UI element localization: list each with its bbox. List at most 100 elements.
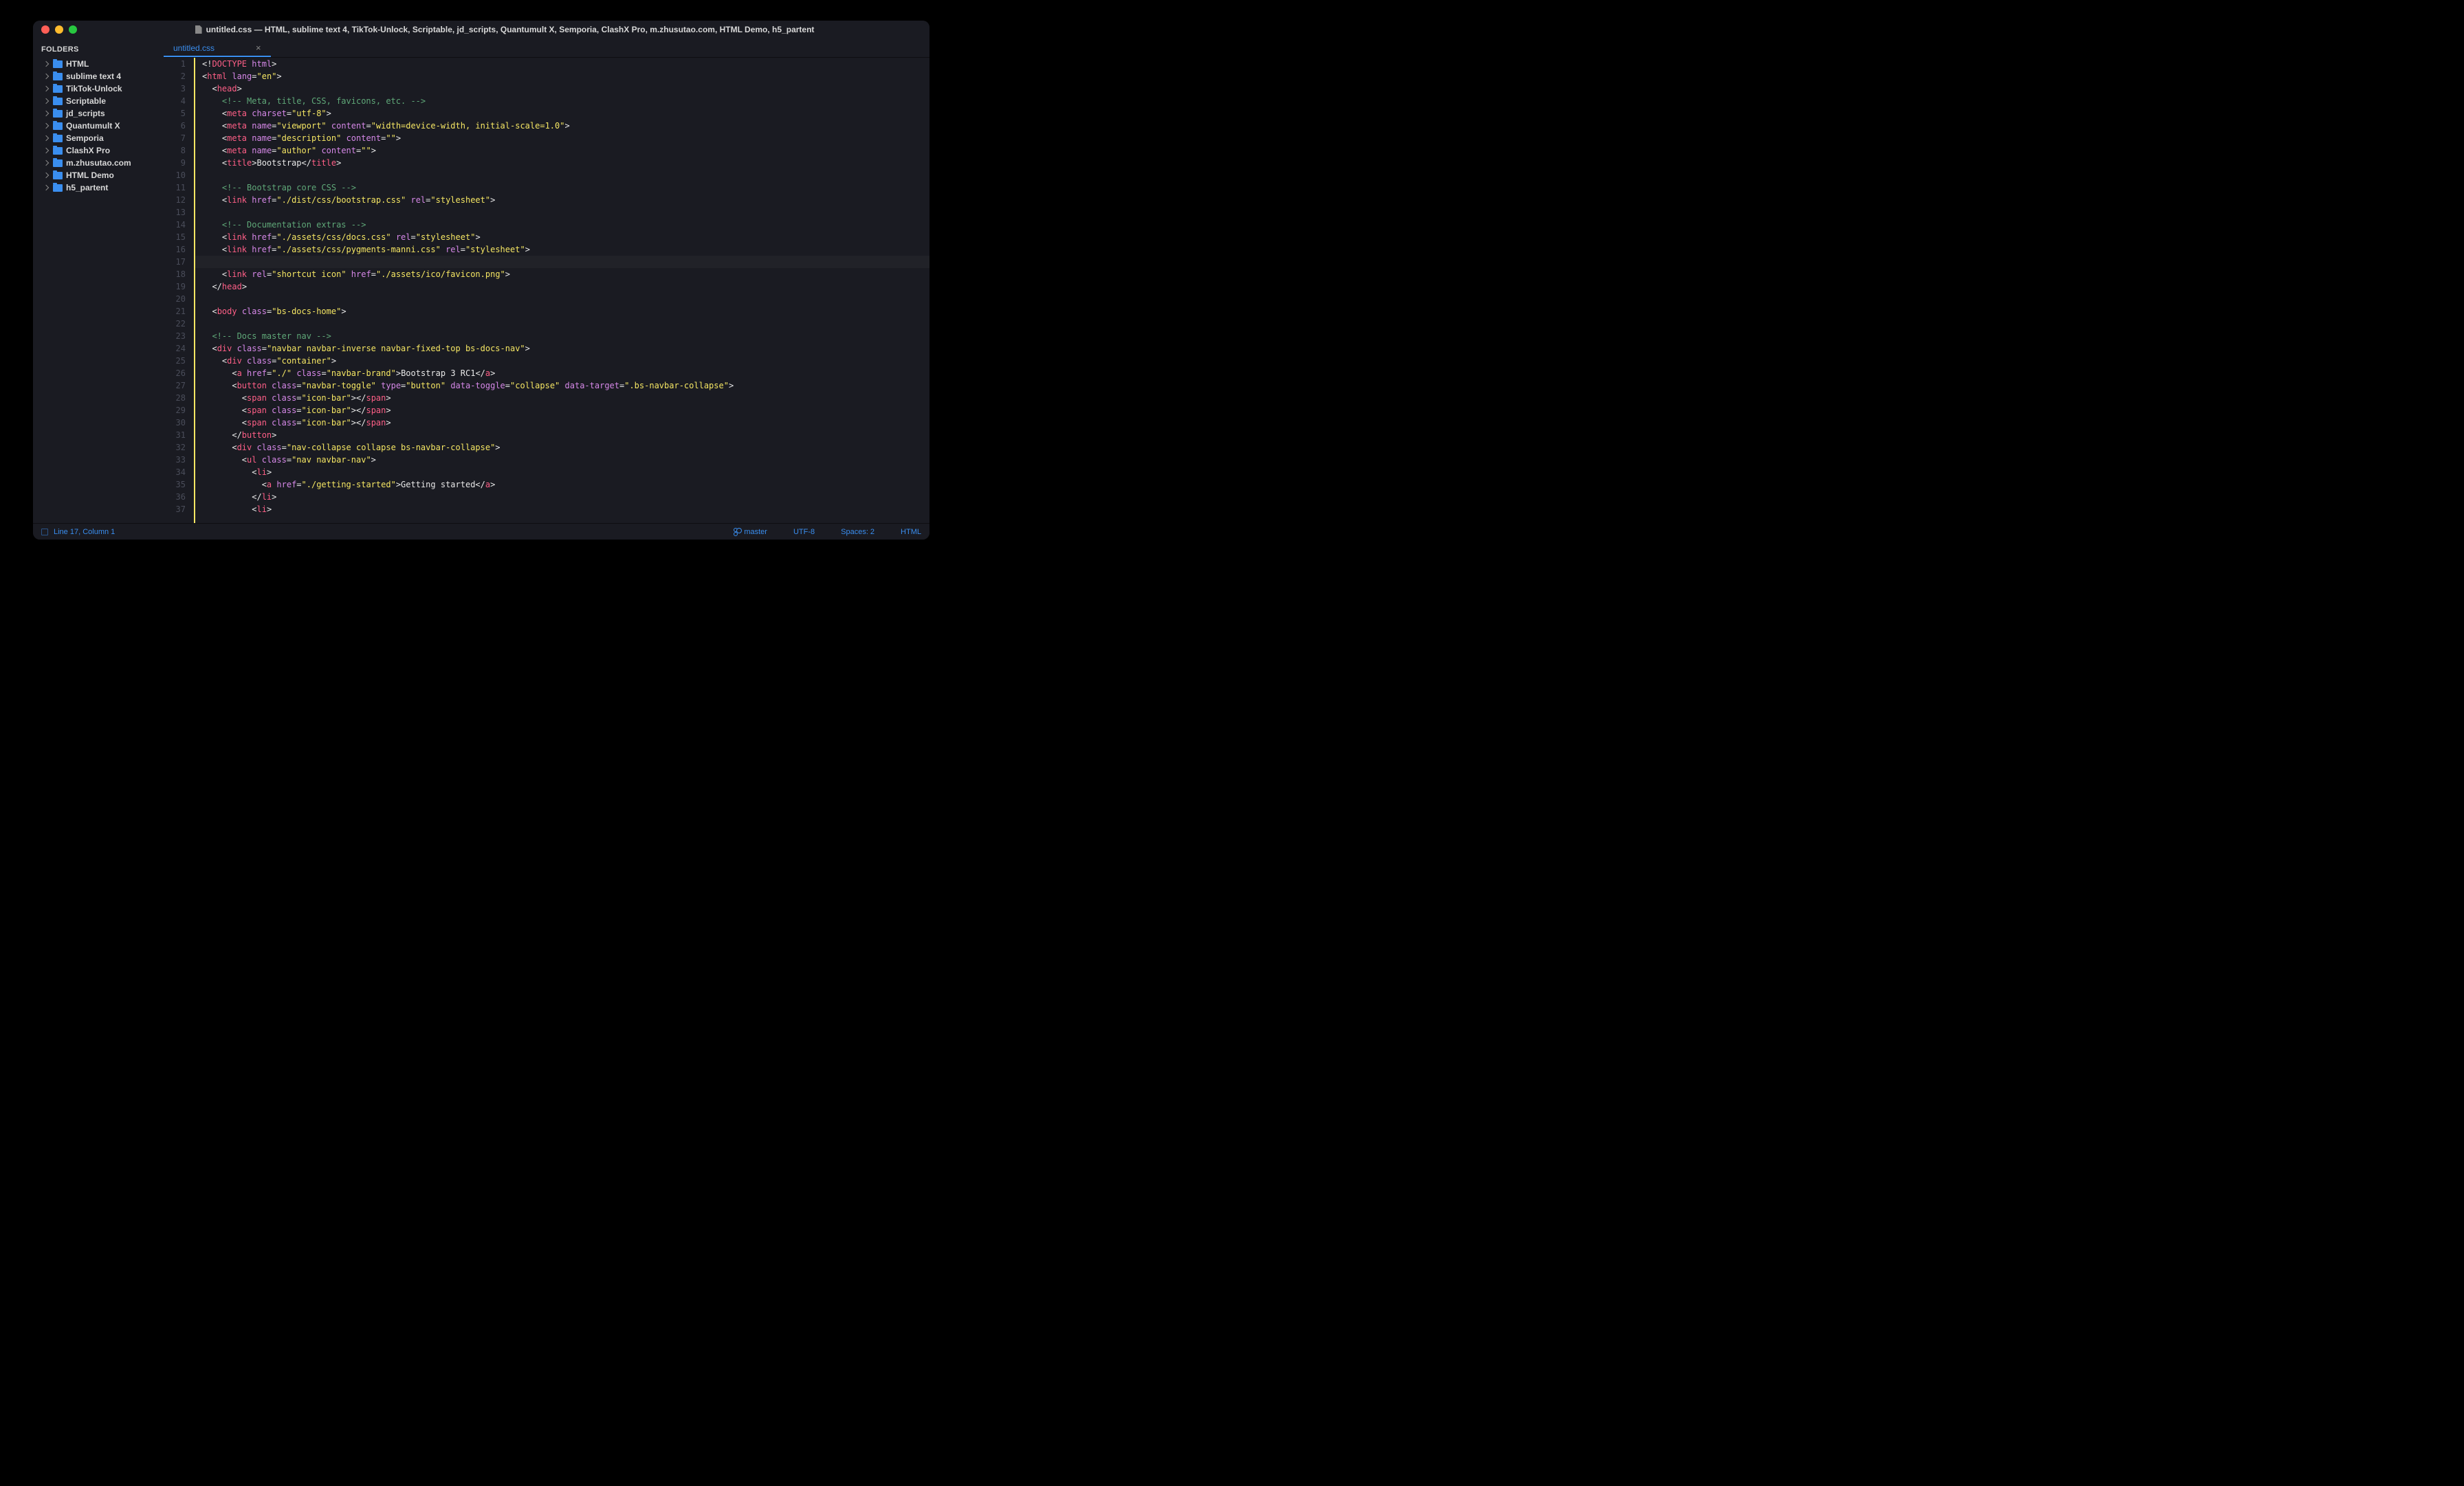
close-button[interactable] <box>41 25 50 34</box>
line-number[interactable]: 24 <box>164 342 186 355</box>
folder-item[interactable]: Scriptable <box>37 95 160 107</box>
cursor-position[interactable]: Line 17, Column 1 <box>54 528 115 536</box>
line-number[interactable]: 23 <box>164 330 186 342</box>
code-line[interactable] <box>202 293 930 305</box>
code-line[interactable]: <li> <box>202 466 930 478</box>
line-number[interactable]: 3 <box>164 82 186 95</box>
code-line[interactable]: <button class="navbar-toggle" type="butt… <box>202 379 930 392</box>
code-line[interactable] <box>202 318 930 330</box>
code-line[interactable]: <div class="container"> <box>202 355 930 367</box>
line-number[interactable]: 37 <box>164 503 186 515</box>
code-line[interactable]: </button> <box>202 429 930 441</box>
line-number[interactable]: 10 <box>164 169 186 181</box>
line-number[interactable]: 14 <box>164 219 186 231</box>
code-line[interactable]: <li> <box>202 503 930 515</box>
line-number[interactable]: 25 <box>164 355 186 367</box>
line-number[interactable]: 36 <box>164 491 186 503</box>
line-number[interactable]: 32 <box>164 441 186 454</box>
status-indicator-icon[interactable] <box>41 529 48 535</box>
line-number[interactable]: 6 <box>164 120 186 132</box>
line-number[interactable]: 9 <box>164 157 186 169</box>
folder-item[interactable]: HTML <box>37 58 160 70</box>
code-line[interactable]: <!-- Docs master nav --> <box>202 330 930 342</box>
code-line[interactable]: <meta name="author" content=""> <box>202 144 930 157</box>
line-number[interactable]: 2 <box>164 70 186 82</box>
code-line[interactable]: <span class="icon-bar"></span> <box>202 404 930 417</box>
folder-item[interactable]: TikTok-Unlock <box>37 82 160 95</box>
code-line[interactable]: <a href="./" class="navbar-brand">Bootst… <box>202 367 930 379</box>
code-area[interactable]: <!DOCTYPE html><html lang="en"> <head> <… <box>194 58 930 523</box>
folder-item[interactable]: jd_scripts <box>37 107 160 120</box>
line-number[interactable]: 13 <box>164 206 186 219</box>
code-line[interactable]: <div class="navbar navbar-inverse navbar… <box>202 342 930 355</box>
code-line[interactable]: <title>Bootstrap</title> <box>202 157 930 169</box>
indent-setting[interactable]: Spaces: 2 <box>841 528 874 536</box>
code-line[interactable]: <span class="icon-bar"></span> <box>202 417 930 429</box>
tab-close-icon[interactable]: × <box>256 43 261 53</box>
folder-item[interactable]: HTML Demo <box>37 169 160 181</box>
code-line[interactable]: <!-- Documentation extras --> <box>202 219 930 231</box>
minimize-button[interactable] <box>55 25 63 34</box>
line-number[interactable]: 34 <box>164 466 186 478</box>
line-number[interactable]: 35 <box>164 478 186 491</box>
line-number[interactable]: 26 <box>164 367 186 379</box>
code-line[interactable]: <!-- Bootstrap core CSS --> <box>202 181 930 194</box>
line-number[interactable]: 16 <box>164 243 186 256</box>
folder-item[interactable]: m.zhusutao.com <box>37 157 160 169</box>
code-line[interactable]: <meta name="viewport" content="width=dev… <box>202 120 930 132</box>
code-line[interactable]: <!-- Meta, title, CSS, favicons, etc. --… <box>202 95 930 107</box>
code-editor[interactable]: 1234567891011121314151617181920212223242… <box>164 58 930 523</box>
line-number[interactable]: 18 <box>164 268 186 280</box>
line-number[interactable]: 22 <box>164 318 186 330</box>
code-line[interactable]: <link rel="shortcut icon" href="./assets… <box>202 268 930 280</box>
code-line[interactable]: <div class="nav-collapse collapse bs-nav… <box>202 441 930 454</box>
gutter[interactable]: 1234567891011121314151617181920212223242… <box>164 58 194 523</box>
line-number[interactable]: 12 <box>164 194 186 206</box>
code-line[interactable] <box>194 256 930 268</box>
code-line[interactable]: <a href="./getting-started">Getting star… <box>202 478 930 491</box>
line-number[interactable]: 28 <box>164 392 186 404</box>
code-line[interactable]: </head> <box>202 280 930 293</box>
code-line[interactable] <box>202 206 930 219</box>
code-line[interactable]: <link href="./assets/css/pygments-manni.… <box>202 243 930 256</box>
line-number[interactable]: 31 <box>164 429 186 441</box>
line-number[interactable]: 15 <box>164 231 186 243</box>
line-number[interactable]: 20 <box>164 293 186 305</box>
line-number[interactable]: 1 <box>164 58 186 70</box>
encoding[interactable]: UTF-8 <box>793 528 815 536</box>
folder-item[interactable]: h5_partent <box>37 181 160 194</box>
tab-untitled-css[interactable]: untitled.css × <box>164 38 271 57</box>
git-branch[interactable]: master <box>734 528 767 536</box>
line-number[interactable]: 30 <box>164 417 186 429</box>
line-number[interactable]: 4 <box>164 95 186 107</box>
line-number[interactable]: 21 <box>164 305 186 318</box>
code-line[interactable]: <body class="bs-docs-home"> <box>202 305 930 318</box>
folder-item[interactable]: Quantumult X <box>37 120 160 132</box>
maximize-button[interactable] <box>69 25 77 34</box>
code-line[interactable]: <meta charset="utf-8"> <box>202 107 930 120</box>
line-number[interactable]: 5 <box>164 107 186 120</box>
code-line[interactable]: <ul class="nav navbar-nav"> <box>202 454 930 466</box>
line-number[interactable]: 29 <box>164 404 186 417</box>
code-line[interactable]: </li> <box>202 491 930 503</box>
code-line[interactable]: <link href="./assets/css/docs.css" rel="… <box>202 231 930 243</box>
line-number[interactable]: 27 <box>164 379 186 392</box>
folder-item[interactable]: ClashX Pro <box>37 144 160 157</box>
line-number[interactable]: 7 <box>164 132 186 144</box>
code-line[interactable]: <html lang="en"> <box>202 70 930 82</box>
tabbar[interactable]: untitled.css × <box>164 38 930 58</box>
code-line[interactable]: <meta name="description" content=""> <box>202 132 930 144</box>
syntax-mode[interactable]: HTML <box>901 528 921 536</box>
line-number[interactable]: 17 <box>164 256 186 268</box>
line-number[interactable]: 8 <box>164 144 186 157</box>
titlebar[interactable]: untitled.css — HTML, sublime text 4, Tik… <box>33 21 930 38</box>
line-number[interactable]: 11 <box>164 181 186 194</box>
folder-item[interactable]: Semporia <box>37 132 160 144</box>
code-line[interactable]: <span class="icon-bar"></span> <box>202 392 930 404</box>
sidebar[interactable]: FOLDERS HTMLsublime text 4TikTok-UnlockS… <box>33 38 164 523</box>
line-number[interactable]: 19 <box>164 280 186 293</box>
code-line[interactable]: <!DOCTYPE html> <box>202 58 930 70</box>
folder-item[interactable]: sublime text 4 <box>37 70 160 82</box>
code-line[interactable] <box>202 169 930 181</box>
line-number[interactable]: 33 <box>164 454 186 466</box>
